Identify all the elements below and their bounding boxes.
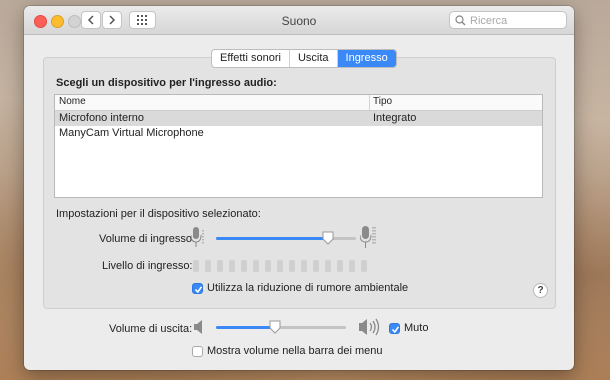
column-header-type[interactable]: Tipo <box>373 96 392 107</box>
speaker-high-icon <box>359 318 380 336</box>
device-settings-heading: Impostazioni per il dispositivo selezion… <box>56 208 261 220</box>
mute-checkbox[interactable] <box>389 323 400 334</box>
search-field[interactable] <box>449 11 567 29</box>
column-separator <box>369 95 370 110</box>
level-segment <box>265 260 271 272</box>
device-name: Microfono interno <box>59 112 144 124</box>
noise-reduction-label[interactable]: Utilizza la riduzione di rumore ambienta… <box>207 282 408 294</box>
input-volume-thumb[interactable] <box>322 231 334 245</box>
input-device-table[interactable]: Nome Tipo Microfono interno Integrato Ma… <box>54 94 543 198</box>
table-header: Nome Tipo <box>55 95 542 111</box>
level-segment <box>325 260 331 272</box>
input-volume-fill <box>216 237 328 240</box>
mute-label[interactable]: Muto <box>404 322 428 334</box>
tab-effetti-sonori[interactable]: Effetti sonori <box>212 50 290 67</box>
output-volume-thumb[interactable] <box>269 320 281 334</box>
level-segment <box>253 260 259 272</box>
speaker-low-icon <box>194 320 202 334</box>
checkmark-icon <box>391 326 400 334</box>
level-segment <box>217 260 223 272</box>
level-segment <box>301 260 307 272</box>
tab-bar: Effetti sonori Uscita Ingresso <box>211 49 397 68</box>
level-segment <box>337 260 343 272</box>
mic-high-icon <box>360 226 376 248</box>
tab-uscita[interactable]: Uscita <box>290 50 338 67</box>
output-volume-fill <box>216 326 275 329</box>
table-row[interactable]: Microfono interno Integrato <box>55 111 542 126</box>
level-segment <box>229 260 235 272</box>
sound-preferences-window: Suono Effetti sonori Uscita Ingresso Sce… <box>24 6 574 370</box>
level-segment <box>205 260 211 272</box>
device-name: ManyCam Virtual Microphone <box>59 127 204 139</box>
mic-low-icon <box>191 227 204 247</box>
titlebar: Suono <box>24 6 574 35</box>
tab-ingresso[interactable]: Ingresso <box>337 50 396 67</box>
input-level-label: Livello di ingresso: <box>102 260 193 272</box>
level-segment <box>193 260 199 272</box>
device-type: Integrato <box>373 112 417 124</box>
search-input[interactable] <box>468 13 566 29</box>
level-segment <box>289 260 295 272</box>
input-device-heading: Scegli un dispositivo per l'ingresso aud… <box>56 77 277 89</box>
show-volume-menubar-checkbox[interactable] <box>192 346 203 357</box>
show-volume-menubar-label[interactable]: Mostra volume nella barra dei menu <box>207 345 382 357</box>
column-header-name[interactable]: Nome <box>59 96 86 107</box>
noise-reduction-checkbox[interactable] <box>192 283 203 294</box>
level-segment <box>313 260 319 272</box>
input-volume-label: Volume di ingresso: <box>99 233 195 245</box>
level-segment <box>361 260 367 272</box>
level-segment <box>349 260 355 272</box>
output-volume-label: Volume di uscita: <box>109 323 193 335</box>
checkmark-icon <box>194 286 203 294</box>
help-button[interactable]: ? <box>533 283 548 298</box>
table-row[interactable]: ManyCam Virtual Microphone <box>55 126 542 141</box>
search-icon <box>455 15 466 26</box>
level-segment <box>277 260 283 272</box>
level-segment <box>241 260 247 272</box>
